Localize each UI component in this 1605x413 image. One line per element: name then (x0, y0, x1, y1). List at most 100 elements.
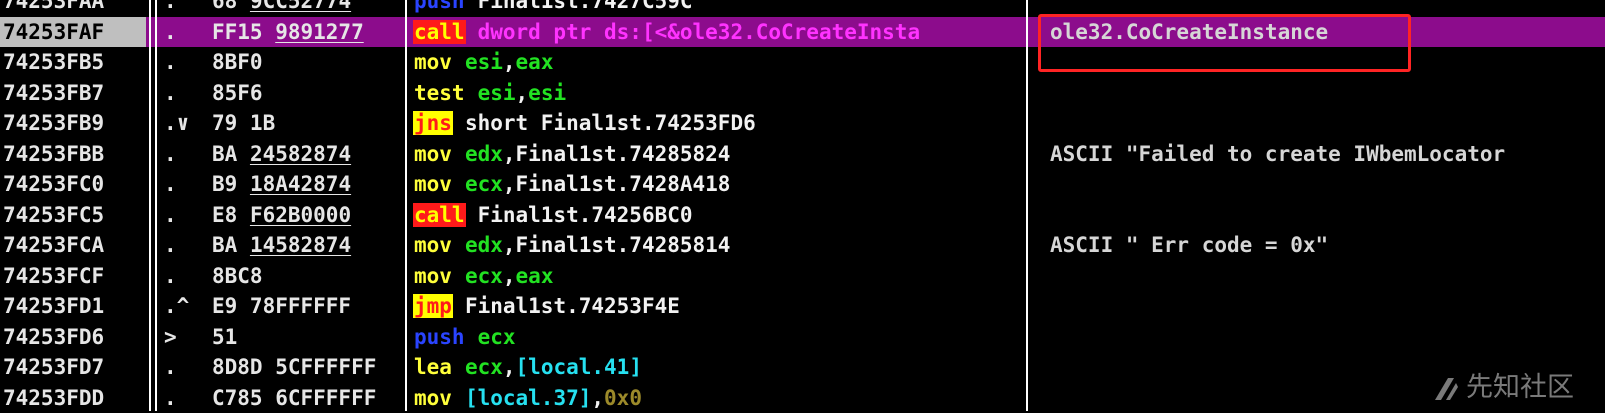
hex-bytes-cell[interactable]: C785 6CFFFFFF (212, 383, 405, 413)
instruction-row[interactable]: 74253FCA. BA 14582874 mov edx,Final1st.742… (0, 230, 1605, 261)
operand: eax (516, 50, 554, 74)
hex-bytes-cell[interactable]: BA 14582874 (212, 230, 405, 261)
hex-bytes-cell[interactable]: 8D8D 5CFFFFFF (212, 352, 405, 383)
address-cell[interactable]: 74253FCF (0, 261, 146, 292)
disassembly-cell[interactable]: jns short Final1st.74253FD6 (413, 108, 1025, 139)
flow-marker: . (164, 230, 204, 261)
instruction-row[interactable]: 74253FBB.BA 24582874mov edx,Final1st.742… (0, 139, 1605, 170)
hex-bytes-part: 79 1B (212, 111, 275, 135)
hex-bytes-part: 18A42874 (250, 172, 351, 196)
hex-bytes-part: FF15 (212, 20, 275, 44)
instruction-row[interactable]: 74253FCF. 8BC8 mov ecx,eax (0, 261, 1605, 292)
flow-marker: . (164, 261, 204, 292)
mnemonic: push (413, 325, 466, 349)
address-cell[interactable]: 74253FAF (0, 17, 146, 48)
address-cell[interactable]: 74253FD6 (0, 322, 146, 353)
mnemonic: jmp (413, 294, 453, 318)
operand: Final1st.74256BC0 (478, 203, 693, 227)
hex-bytes-cell[interactable]: E9 78FFFFFF (212, 291, 405, 322)
address-cell[interactable]: 74253FAA (0, 0, 146, 17)
hex-bytes-part: C785 6CFFFFFF (212, 386, 376, 410)
hex-bytes-part: BA (212, 142, 250, 166)
operand: esi (465, 50, 503, 74)
disassembly-cell[interactable]: call dword ptr ds:[<&ole32.CoCreateInsta (413, 17, 1025, 48)
address-cell[interactable]: 74253FC0 (0, 169, 146, 200)
address-cell[interactable]: 74253FB7 (0, 78, 146, 109)
disassembly-cell[interactable]: mov ecx,eax (413, 261, 1025, 292)
operand: [local.37] (465, 386, 591, 410)
flow-marker: . (164, 78, 204, 109)
disassembly-cell[interactable]: mov [local.37],0x0 (413, 383, 1025, 413)
instruction-row[interactable]: 74253FC5.E8 F62B0000call Final1st.74256B… (0, 200, 1605, 231)
address-cell[interactable]: 74253FBB (0, 139, 146, 170)
comment-cell[interactable]: ASCII "Failed to create IWbemLocator (1050, 139, 1605, 170)
hex-bytes-part: B9 (212, 172, 250, 196)
disassembly-cell[interactable]: test esi,esi (413, 78, 1025, 109)
instruction-row[interactable]: 74253FC0. B9 18A42874 mov ecx,Final1st.742… (0, 169, 1605, 200)
xianzhi-logo-icon (1432, 375, 1460, 403)
comment-cell[interactable] (1050, 169, 1605, 200)
disassembly-cell[interactable]: lea ecx,[local.41] (413, 352, 1025, 383)
instruction-row[interactable]: 74253FD6>51push ecx (0, 322, 1605, 353)
operand: edx (465, 233, 503, 257)
instruction-row[interactable]: 74253FB7. 85F6 test esi,esi (0, 78, 1605, 109)
hex-bytes-cell[interactable]: E8 F62B0000 (212, 200, 405, 231)
address-cell[interactable]: 74253FC5 (0, 200, 146, 231)
instruction-row[interactable]: 74253FD7. 8D8D 5CFFFFFF lea ecx,[local.41] (0, 352, 1605, 383)
operand: esi (528, 81, 566, 105)
hex-bytes-cell[interactable]: 8BF0 (212, 47, 405, 78)
address-cell[interactable]: 74253FD1 (0, 291, 146, 322)
operand: , (591, 386, 604, 410)
hex-bytes-cell[interactable]: 85F6 (212, 78, 405, 109)
hex-bytes-part: BA (212, 233, 250, 257)
comment-cell[interactable] (1050, 200, 1605, 231)
disassembly-cell[interactable]: mov esi,eax (413, 47, 1025, 78)
hex-bytes-cell[interactable]: 79 1B (212, 108, 405, 139)
comment-cell[interactable] (1050, 322, 1605, 353)
instruction-row[interactable]: 74253FDD. C785 6CFFFFFF mov [local.37],0x0 (0, 383, 1605, 413)
mnemonic: jns (413, 111, 453, 135)
flow-marker: . (164, 383, 204, 413)
address-cell[interactable]: 74253FB9 (0, 108, 146, 139)
operand: ecx (478, 325, 516, 349)
disassembly-cell[interactable]: call Final1st.74256BC0 (413, 200, 1025, 231)
comment-cell[interactable] (1050, 291, 1605, 322)
operand: ecx (465, 264, 503, 288)
hex-bytes-cell[interactable]: B9 18A42874 (212, 169, 405, 200)
hex-bytes-cell[interactable]: 51 (212, 322, 405, 353)
address-cell[interactable]: 74253FDD (0, 383, 146, 413)
comment-cell[interactable] (1050, 78, 1605, 109)
mnemonic: mov (413, 386, 453, 410)
hex-bytes-cell[interactable]: FF15 9891277 (212, 17, 405, 48)
hex-bytes-cell[interactable]: 68 9CC52774 (212, 0, 405, 17)
disassembly-cell[interactable]: mov ecx,Final1st.7428A418 (413, 169, 1025, 200)
comment-cell[interactable] (1050, 261, 1605, 292)
column-divider (1026, 0, 1028, 411)
instruction-row[interactable]: 74253FD1.^E9 78FFFFFFjmp Final1st.74253F… (0, 291, 1605, 322)
hex-bytes-part: 8BC8 (212, 264, 263, 288)
operand: ,Final1st.7428A418 (503, 172, 731, 196)
disassembly-cell[interactable]: mov edx,Final1st.74285814 (413, 230, 1025, 261)
hex-bytes-part: 8BF0 (212, 50, 263, 74)
comment-cell[interactable] (1050, 108, 1605, 139)
hex-bytes-part: 68 (212, 0, 250, 13)
operand: , (503, 355, 516, 379)
disassembly-cell[interactable]: push Final1st.7427C59C (413, 0, 1025, 17)
address-cell[interactable]: 74253FD7 (0, 352, 146, 383)
operand: short Final1st.74253FD6 (465, 111, 756, 135)
flow-marker: . (164, 169, 204, 200)
flow-marker: . (164, 352, 204, 383)
address-cell[interactable]: 74253FCA (0, 230, 146, 261)
hex-bytes-cell[interactable]: BA 24582874 (212, 139, 405, 170)
address-cell[interactable]: 74253FB5 (0, 47, 146, 78)
operand: 0x0 (604, 386, 642, 410)
comment-cell[interactable]: ASCII " Err code = 0x" (1050, 230, 1605, 261)
disassembly-cell[interactable]: mov edx,Final1st.74285824 (413, 139, 1025, 170)
instruction-row[interactable]: 74253FB9.∨79 1Bjns short Final1st.74253F… (0, 108, 1605, 139)
hex-bytes-part: 9891277 (275, 20, 364, 44)
mnemonic: lea (413, 355, 453, 379)
disassembly-cell[interactable]: jmp Final1st.74253F4E (413, 291, 1025, 322)
mnemonic: test (413, 81, 466, 105)
hex-bytes-cell[interactable]: 8BC8 (212, 261, 405, 292)
disassembly-cell[interactable]: push ecx (413, 322, 1025, 353)
